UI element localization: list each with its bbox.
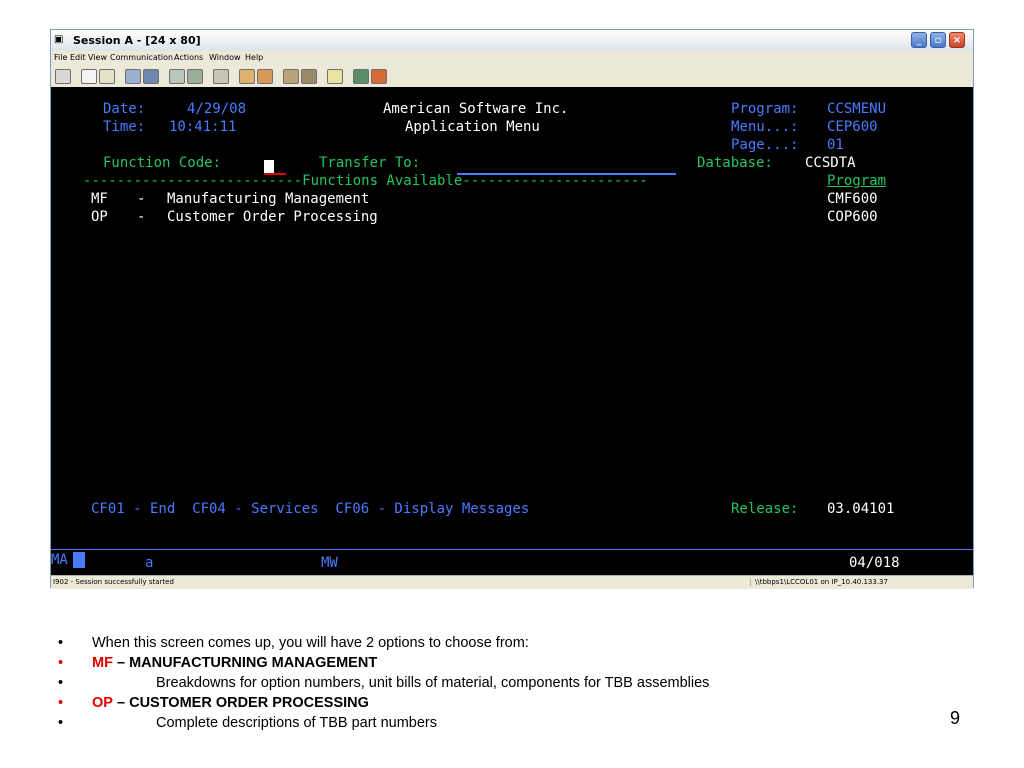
- macro-icon[interactable]: [283, 69, 299, 84]
- oia-ma: MA: [51, 552, 68, 568]
- window-title: Session A - [24 x 80]: [73, 34, 201, 47]
- note-op-dash: –: [116, 695, 126, 711]
- note-op-desc-text: Complete descriptions of TBB part number…: [156, 715, 438, 731]
- date-label: Date:: [103, 101, 146, 117]
- menu-window[interactable]: Window: [209, 53, 241, 62]
- note-intro-text: When this screen comes up, you will have…: [92, 635, 529, 651]
- receive-icon[interactable]: [143, 69, 159, 84]
- menu-help[interactable]: Help: [245, 53, 263, 62]
- bullet: •: [58, 675, 64, 691]
- page-value: 01: [827, 137, 844, 153]
- paste-icon[interactable]: [99, 69, 115, 84]
- bullet: •: [58, 635, 64, 651]
- terminal-window: ▣ Session A - [24 x 80] _ ▫ × File Edit …: [50, 29, 974, 589]
- menu-bar: File Edit View Communication Actions Win…: [51, 51, 973, 66]
- program-column-header: Program: [827, 173, 887, 189]
- note-mf-title: MANUFACTURNING MANAGEMENT: [129, 655, 378, 671]
- note-mf-desc-text: Breakdowns for option numbers, unit bill…: [156, 675, 710, 691]
- copy-icon[interactable]: [81, 69, 97, 84]
- function-name-mf[interactable]: Manufacturing Management: [167, 191, 369, 208]
- terminal-screen[interactable]: Date: 4/29/08 American Software Inc. Pro…: [51, 87, 973, 575]
- toolbar: [51, 66, 973, 89]
- function-program-op: COP600: [827, 209, 878, 225]
- slide-page-number: 9: [950, 708, 961, 728]
- company-name: American Software Inc.: [383, 101, 569, 117]
- program-label: Program:: [731, 101, 799, 117]
- record-icon[interactable]: [239, 69, 255, 84]
- send-icon[interactable]: [125, 69, 141, 84]
- function-code-op: OP: [91, 209, 108, 225]
- maximize-button[interactable]: ▫: [930, 32, 946, 48]
- menu-edit[interactable]: Edit: [70, 53, 86, 62]
- edit-icon[interactable]: [371, 69, 387, 84]
- menu-label: Menu...:: [731, 119, 799, 135]
- oia-mw: MW: [321, 555, 338, 571]
- close-button[interactable]: ×: [949, 32, 965, 48]
- app-icon: ▣: [54, 34, 64, 45]
- bullet: •: [58, 695, 64, 711]
- menu-title: Application Menu: [405, 119, 540, 135]
- functions-header: --------------------------Functions Avai…: [83, 173, 648, 189]
- status-bar: I902 - Session successfully started \\tb…: [51, 575, 973, 589]
- function-separator: -: [137, 191, 146, 207]
- database-label: Database:: [697, 155, 773, 171]
- print-icon[interactable]: [213, 69, 229, 84]
- status-message: I902 - Session successfully started: [53, 578, 174, 586]
- page-label: Page...:: [731, 137, 799, 153]
- session-host: \\tbbps1\LCCOL01 on IP_10.40.133.37: [750, 578, 888, 586]
- globe-icon[interactable]: [353, 69, 369, 84]
- bullet: •: [58, 715, 64, 731]
- cursor-position: 04/018: [849, 555, 900, 571]
- transfer-to-label: Transfer To:: [319, 155, 421, 171]
- clipboard-icon[interactable]: [327, 69, 343, 84]
- function-program-mf: CMF600: [827, 191, 878, 207]
- program-value: CCSMENU: [827, 101, 887, 117]
- note-mf-dash: –: [116, 655, 126, 671]
- title-bar[interactable]: ▣ Session A - [24 x 80] _ ▫ ×: [51, 30, 973, 52]
- screen-icon[interactable]: [169, 69, 185, 84]
- menu-value: CEP600: [827, 119, 878, 135]
- date-value: 4/29/08: [187, 101, 247, 117]
- screen-alt-icon[interactable]: [187, 69, 203, 84]
- function-name-op[interactable]: Customer Order Processing: [167, 209, 378, 226]
- display-icon[interactable]: [55, 69, 71, 84]
- bullet: •: [58, 655, 64, 671]
- menu-view[interactable]: View: [88, 53, 107, 62]
- minimize-button[interactable]: _: [911, 32, 927, 48]
- function-code-mf: MF: [91, 191, 108, 207]
- function-code-label: Function Code:: [103, 155, 222, 171]
- menu-actions[interactable]: Actions: [174, 53, 203, 62]
- time-label: Time:: [103, 119, 146, 135]
- menu-file[interactable]: File: [54, 53, 67, 62]
- function-keys-legend: CF01 - End CF04 - Services CF06 - Displa…: [91, 501, 530, 517]
- time-value: 10:41:11: [169, 119, 237, 135]
- play-icon[interactable]: [257, 69, 273, 84]
- menu-communication[interactable]: Communication: [110, 53, 173, 62]
- oia-cursor: [73, 552, 85, 568]
- release-value: 03.04101: [827, 501, 895, 517]
- note-mf-code: MF: [92, 655, 113, 671]
- operator-info-area: [51, 549, 973, 576]
- note-op-code: OP: [92, 695, 113, 711]
- database-value: CCSDTA: [805, 155, 856, 171]
- oia-a: a: [145, 555, 154, 571]
- release-label: Release:: [731, 501, 799, 517]
- note-op-title: CUSTOMER ORDER PROCESSING: [129, 695, 369, 711]
- macro-run-icon[interactable]: [301, 69, 317, 84]
- function-separator: -: [137, 209, 146, 225]
